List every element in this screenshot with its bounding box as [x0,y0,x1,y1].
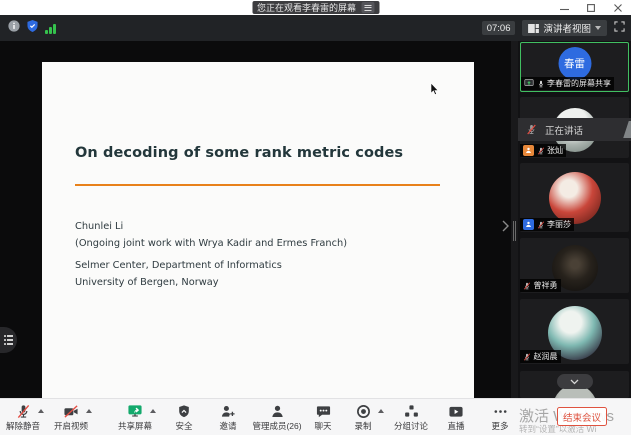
topbar-view-controls: 07:06 演讲者视图 [482,15,625,41]
meeting-timer: 07:06 [482,21,516,35]
record-button[interactable]: 录制 [337,402,389,432]
share-screen-label: 共享屏幕 [109,420,161,432]
mic-muted-icon [523,352,531,362]
chevron-up-icon[interactable] [378,409,384,413]
unmute-label: 解除静音 [0,420,49,432]
more-icon [493,404,508,419]
participant-label: 赵润晨 [520,350,561,363]
watching-banner-text: 您正在观看李春雷的屏幕 [257,1,356,14]
chevron-up-icon[interactable] [150,409,156,413]
shared-screen-area: On decoding of some rank metric codes Ch… [0,41,511,398]
avatar: 春雷 [558,47,591,80]
shield-icon [177,404,191,419]
participant-name: 张灿 [547,145,563,156]
window-controls [557,0,625,15]
avatar [549,172,601,224]
participant-name: 赵润晨 [534,351,558,362]
speaker-view-label: 演讲者视图 [543,21,591,35]
participant-tile[interactable]: 曾祥勇 [520,238,629,293]
end-meeting-button[interactable]: 结束会议 [557,407,607,426]
slide-affiliation-1: Selmer Center, Department of Informatics [75,260,282,271]
chevron-up-icon[interactable] [86,409,92,413]
presentation-slide: On decoding of some rank metric codes Ch… [42,62,474,398]
unmute-button[interactable]: 解除静音 [0,402,49,432]
participant-name: 曾祥勇 [534,280,558,291]
chevron-down-icon [570,379,579,385]
meeting-info-icon[interactable] [8,19,20,37]
live-icon [448,404,464,419]
share-screen-button[interactable]: 共享屏幕 [109,402,161,432]
topbar-status-icons [8,15,56,41]
meeting-window: 您正在观看李春雷的屏幕 07:06 [0,0,631,435]
minimize-button[interactable] [557,2,571,14]
shield-protect-icon[interactable] [27,19,38,37]
speaker-view-button[interactable]: 演讲者视图 [522,20,607,36]
watching-banner[interactable]: 您正在观看李春雷的屏幕 [252,1,379,14]
mic-muted-icon [526,123,537,136]
start-video-button[interactable]: 开启视频 [45,402,97,432]
participant-name: 李丽莎 [547,219,571,230]
banner-menu-icon[interactable] [361,2,374,13]
chevron-up-icon[interactable] [38,409,44,413]
chat-icon [316,404,331,419]
participant-label: 李春雷的屏幕共享 [521,77,614,90]
host-badge-icon [523,145,534,156]
slide-title: On decoding of some rank metric codes [75,145,403,161]
slide-accent-rule [75,184,440,186]
speaking-toast: 正在讲话 [518,118,631,141]
fullscreen-icon[interactable] [614,19,625,37]
close-button[interactable] [611,2,625,14]
sidebar-collapse-button[interactable] [557,374,593,389]
mic-on-icon [537,79,545,89]
screen-share-badge-icon [524,79,534,88]
participant-label: 李丽莎 [520,218,574,231]
layout-view-icon [528,24,539,33]
window-titlebar: 您正在观看李春雷的屏幕 [0,0,631,15]
mic-muted-icon [537,220,545,230]
participant-tile[interactable]: 赵润晨 [520,299,629,364]
slide-author: Chunlei Li [75,221,123,232]
mic-muted-icon [523,281,531,291]
participant-label: 张灿 [520,144,566,157]
mic-muted-icon [537,146,545,156]
chevron-down-icon [595,26,601,30]
record-icon [356,404,371,419]
participants-sidebar: 春雷 李春雷的屏幕共享 张灿 [518,41,631,398]
participant-label: 曾祥勇 [520,279,561,292]
toast-wedge [623,121,631,138]
panel-splitter[interactable] [511,41,518,398]
camera-off-icon [63,404,79,419]
members-icon [270,404,285,419]
slide-joint-work: (Ongoing joint work with Wrya Kadir and … [75,238,347,249]
participant-tile[interactable]: 李丽莎 [520,163,629,232]
screen-share-icon [127,404,143,419]
breakout-icon [404,404,419,419]
mic-muted-icon [16,404,31,419]
maximize-button[interactable] [584,2,598,14]
meeting-topbar: 07:06 演讲者视图 [0,15,631,41]
participant-name: 李春雷的屏幕共享 [547,78,611,89]
side-menu-button[interactable] [0,327,17,353]
network-signal-icon[interactable] [45,23,56,34]
cohost-badge-icon [523,219,534,230]
start-video-label: 开启视频 [45,420,97,432]
invite-icon [220,404,236,419]
record-label: 录制 [337,420,389,432]
participant-tile-sharer[interactable]: 春雷 李春雷的屏幕共享 [520,42,629,92]
mouse-cursor-icon [430,81,439,100]
speaking-toast-text: 正在讲话 [545,123,583,137]
slide-affiliation-2: University of Bergen, Norway [75,277,219,288]
sidebar-expand-chevron[interactable] [499,217,511,235]
